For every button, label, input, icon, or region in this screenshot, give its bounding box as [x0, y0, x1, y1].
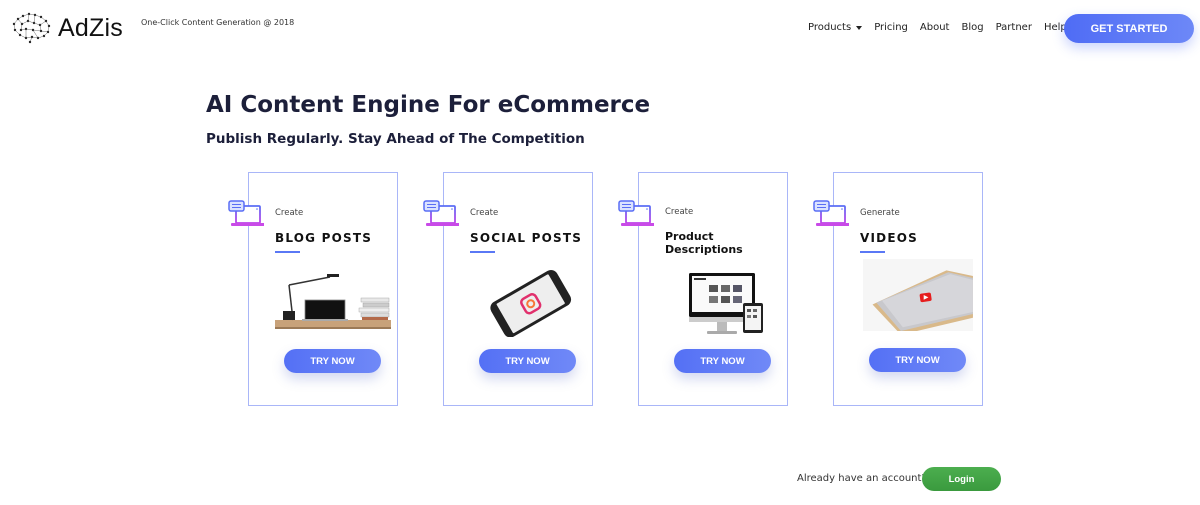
phone-youtube-image — [863, 259, 973, 331]
title-underline — [275, 251, 300, 253]
tagline: One-Click Content Generation @ 2018 — [141, 18, 295, 27]
card-verb: Generate — [860, 208, 900, 218]
card-verb: Create — [665, 207, 694, 217]
laptop-chat-icon — [423, 200, 459, 226]
brand-name: AdZis — [58, 13, 123, 42]
desktop-tablet-store-image — [689, 273, 763, 334]
nav-item-pricing[interactable]: Pricing — [874, 22, 908, 33]
main-nav: Products Pricing About Blog Partner Help — [808, 22, 1067, 33]
phone-instagram-image — [490, 269, 572, 337]
title-underline — [860, 251, 885, 253]
try-now-button[interactable]: TRY NOW — [674, 349, 771, 373]
try-now-button[interactable]: TRY NOW — [284, 349, 381, 373]
card-verb: Create — [275, 208, 304, 218]
card-title: BLOG POSTS — [275, 231, 373, 245]
nav-item-products[interactable]: Products — [808, 22, 863, 33]
laptop-chat-icon — [618, 200, 654, 226]
laptop-chat-icon — [228, 200, 264, 226]
try-now-button[interactable]: TRY NOW — [869, 348, 966, 372]
chevron-down-icon — [856, 25, 863, 30]
nav-item-label: Products — [808, 22, 852, 33]
card-title-line: Descriptions — [665, 243, 743, 256]
page-title: AI Content Engine For eCommerce — [206, 92, 651, 118]
nav-item-partner[interactable]: Partner — [996, 22, 1032, 33]
laptop-chat-icon — [813, 200, 849, 226]
account-prompt: Already have an account? — [797, 473, 927, 484]
card-product-descriptions: Create Product Descriptions TRY NOW — [618, 172, 788, 406]
page-subtitle: Publish Regularly. Stay Ahead of The Com… — [206, 131, 585, 147]
get-started-button[interactable]: GET STARTED — [1064, 14, 1194, 43]
brain-network-icon — [12, 12, 51, 44]
nav-item-blog[interactable]: Blog — [961, 22, 983, 33]
card-title: VIDEOS — [860, 231, 918, 245]
card-social-posts: Create SOCIAL POSTS TRY NOW — [423, 172, 593, 406]
try-now-button[interactable]: TRY NOW — [479, 349, 576, 373]
nav-item-about[interactable]: About — [920, 22, 950, 33]
card-blog-posts: Create BLOG POSTS TRY NOW — [228, 172, 398, 406]
card-verb: Create — [470, 208, 499, 218]
card-title-line: Product — [665, 230, 714, 243]
card-title: SOCIAL POSTS — [470, 231, 583, 245]
login-button[interactable]: Login — [922, 467, 1001, 491]
desk-laptop-lamp-image — [275, 274, 391, 329]
card-title: Product Descriptions — [665, 230, 743, 256]
title-underline — [470, 251, 495, 253]
logo[interactable]: AdZis — [8, 10, 123, 46]
card-videos: Generate VIDEOS TRY NOW — [813, 172, 983, 406]
